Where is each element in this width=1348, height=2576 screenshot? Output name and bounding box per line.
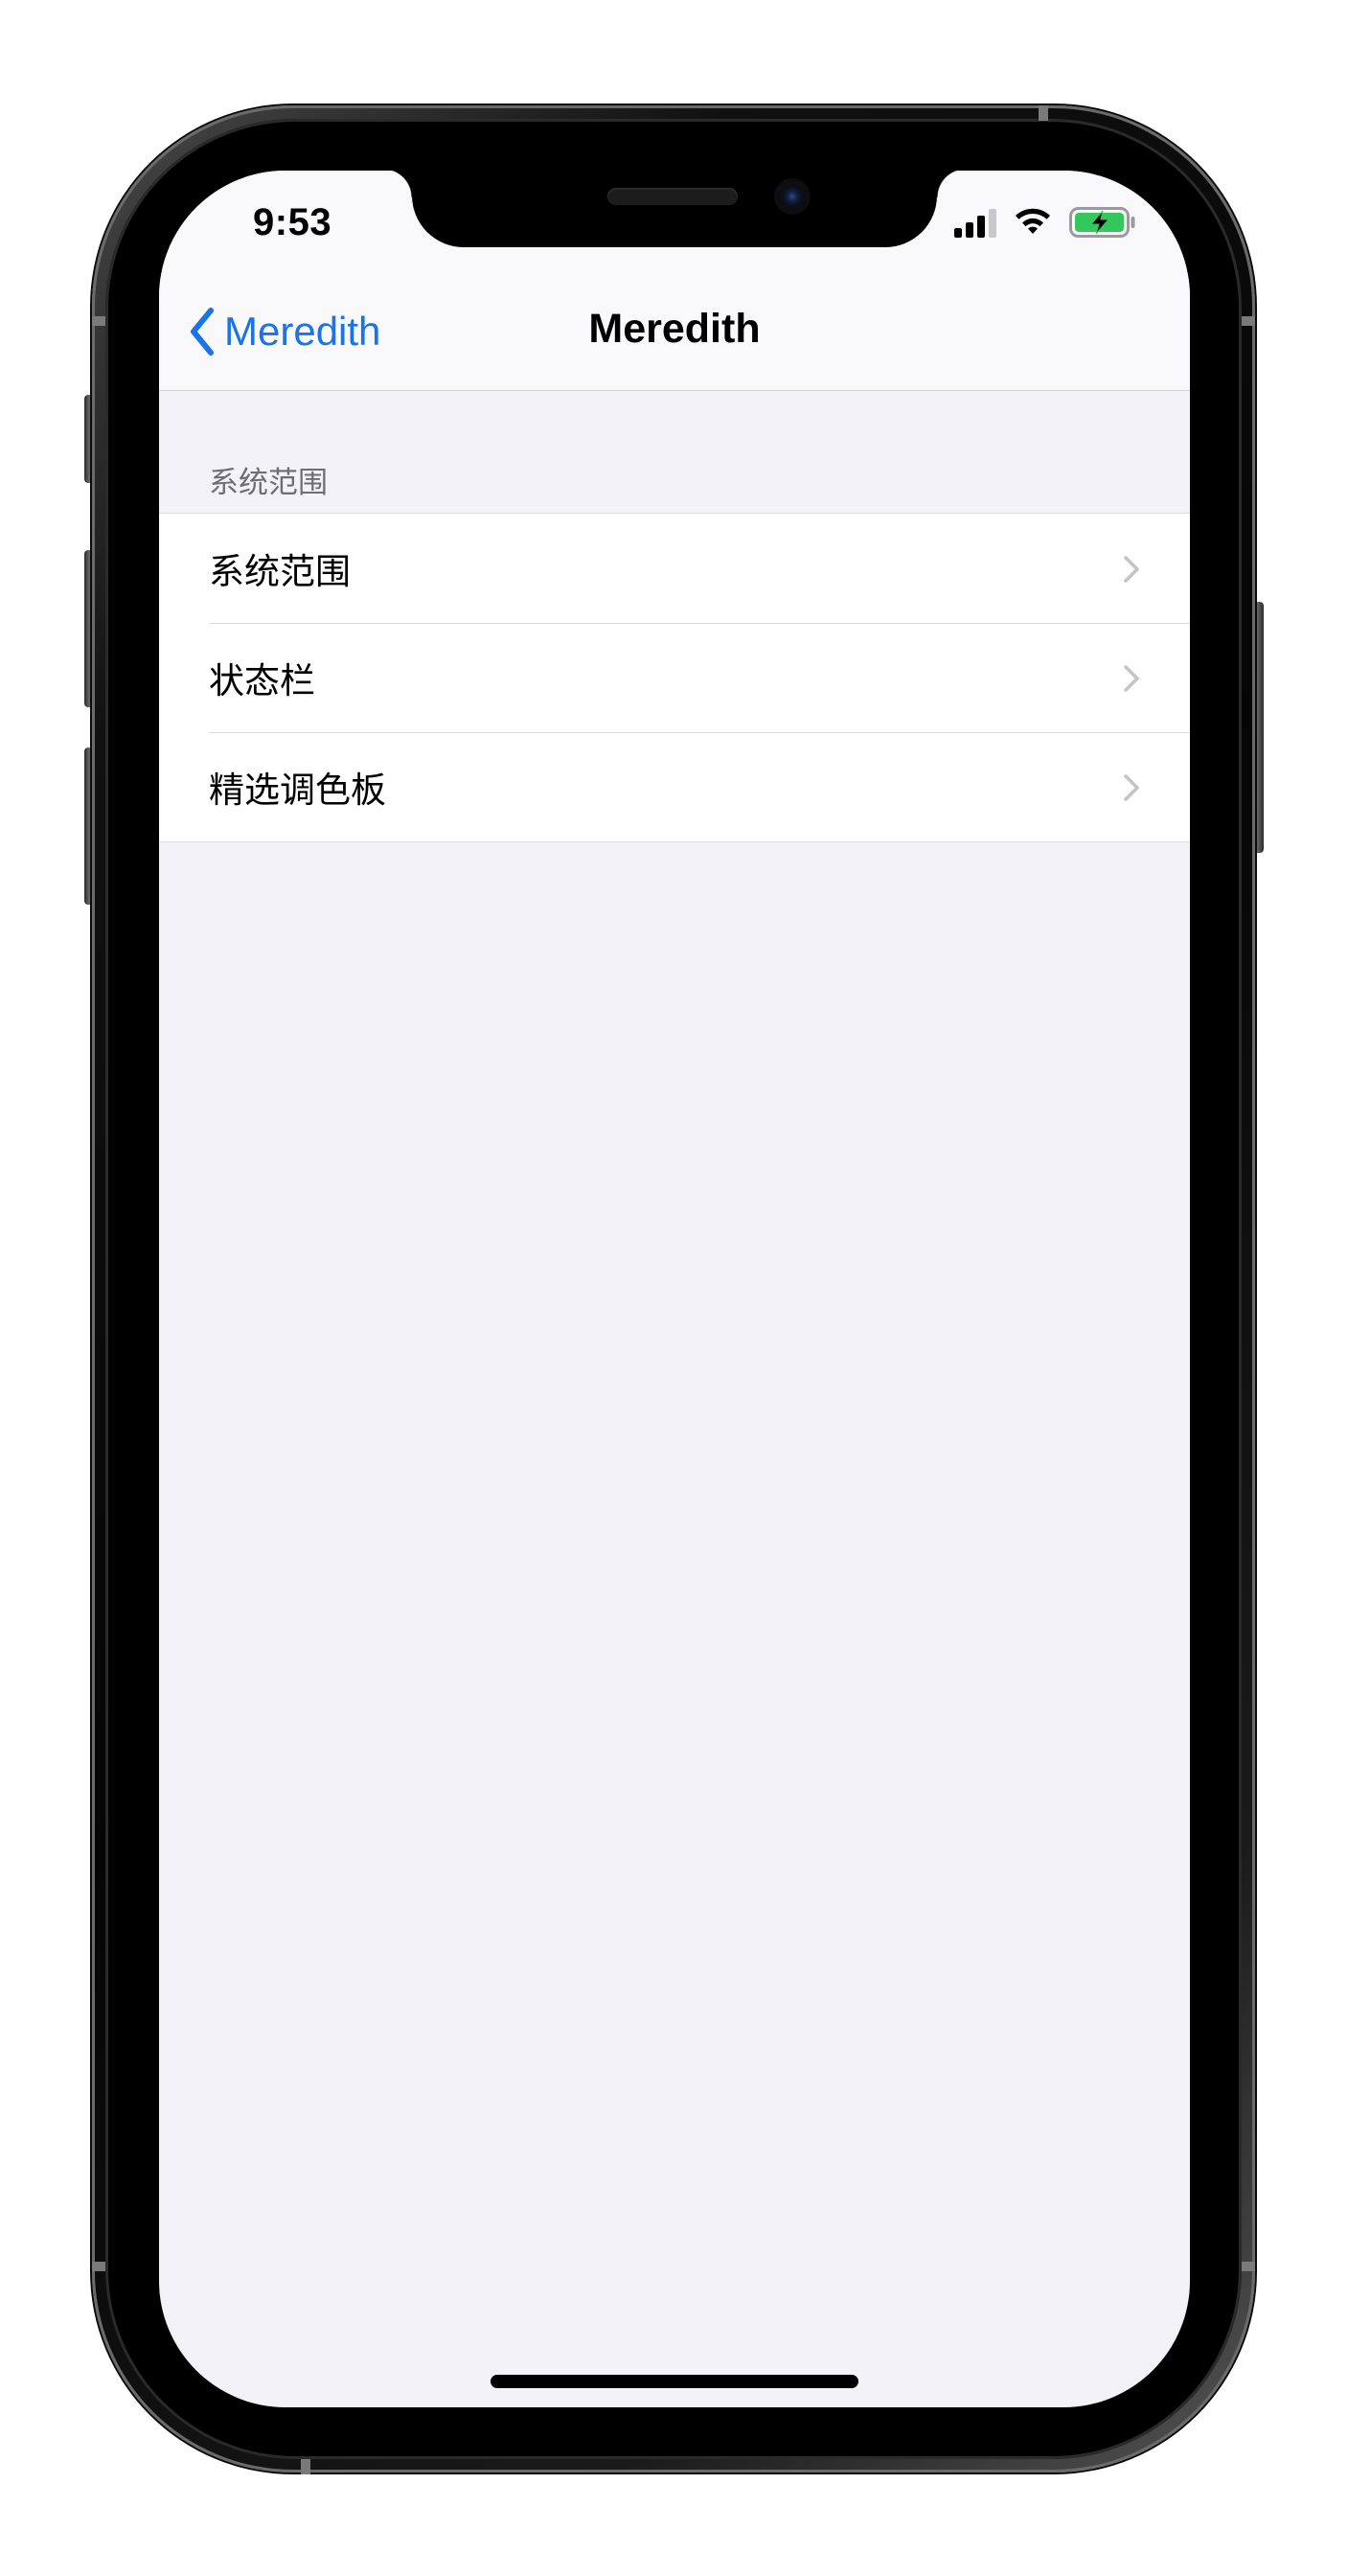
settings-list: 系统范围 状态栏 精选调色板 bbox=[159, 513, 1190, 842]
antenna-band bbox=[1039, 105, 1048, 121]
antenna-band bbox=[1242, 316, 1255, 326]
back-button-label: Meredith bbox=[224, 309, 381, 354]
list-item-curated-palette[interactable]: 精选调色板 bbox=[159, 732, 1190, 841]
antenna-band bbox=[92, 316, 105, 326]
device-canvas: 9:53 Meredith Meredith 系统范围 系统范围 状态栏 精选调… bbox=[0, 0, 1348, 2576]
status-time: 9:53 bbox=[253, 201, 332, 243]
front-camera bbox=[774, 178, 811, 215]
wifi-icon bbox=[1016, 208, 1050, 234]
chevron-right-icon bbox=[1124, 556, 1139, 583]
phone-screen: 9:53 Meredith Meredith 系统范围 系统范围 状态栏 精选调… bbox=[159, 171, 1190, 2407]
chevron-right-icon bbox=[1124, 774, 1139, 801]
list-item-label: 状态栏 bbox=[209, 661, 315, 701]
battery-charging-icon bbox=[1069, 207, 1135, 238]
cellular-signal-icon bbox=[954, 209, 996, 238]
back-button[interactable]: Meredith bbox=[188, 303, 380, 360]
antenna-band bbox=[92, 2262, 105, 2271]
earpiece-speaker bbox=[607, 188, 738, 205]
antenna-band bbox=[301, 2459, 310, 2474]
home-indicator[interactable] bbox=[491, 2375, 858, 2388]
device-notch bbox=[383, 171, 966, 247]
list-item-system-wide[interactable]: 系统范围 bbox=[159, 514, 1190, 623]
antenna-band bbox=[1242, 2262, 1255, 2271]
chevron-left-icon bbox=[191, 308, 214, 356]
list-item-label: 系统范围 bbox=[209, 552, 351, 591]
chevron-right-icon bbox=[1124, 665, 1139, 692]
list-item-label: 精选调色板 bbox=[209, 770, 386, 810]
section-header: 系统范围 bbox=[209, 466, 328, 499]
list-item-status-bar[interactable]: 状态栏 bbox=[159, 623, 1190, 732]
